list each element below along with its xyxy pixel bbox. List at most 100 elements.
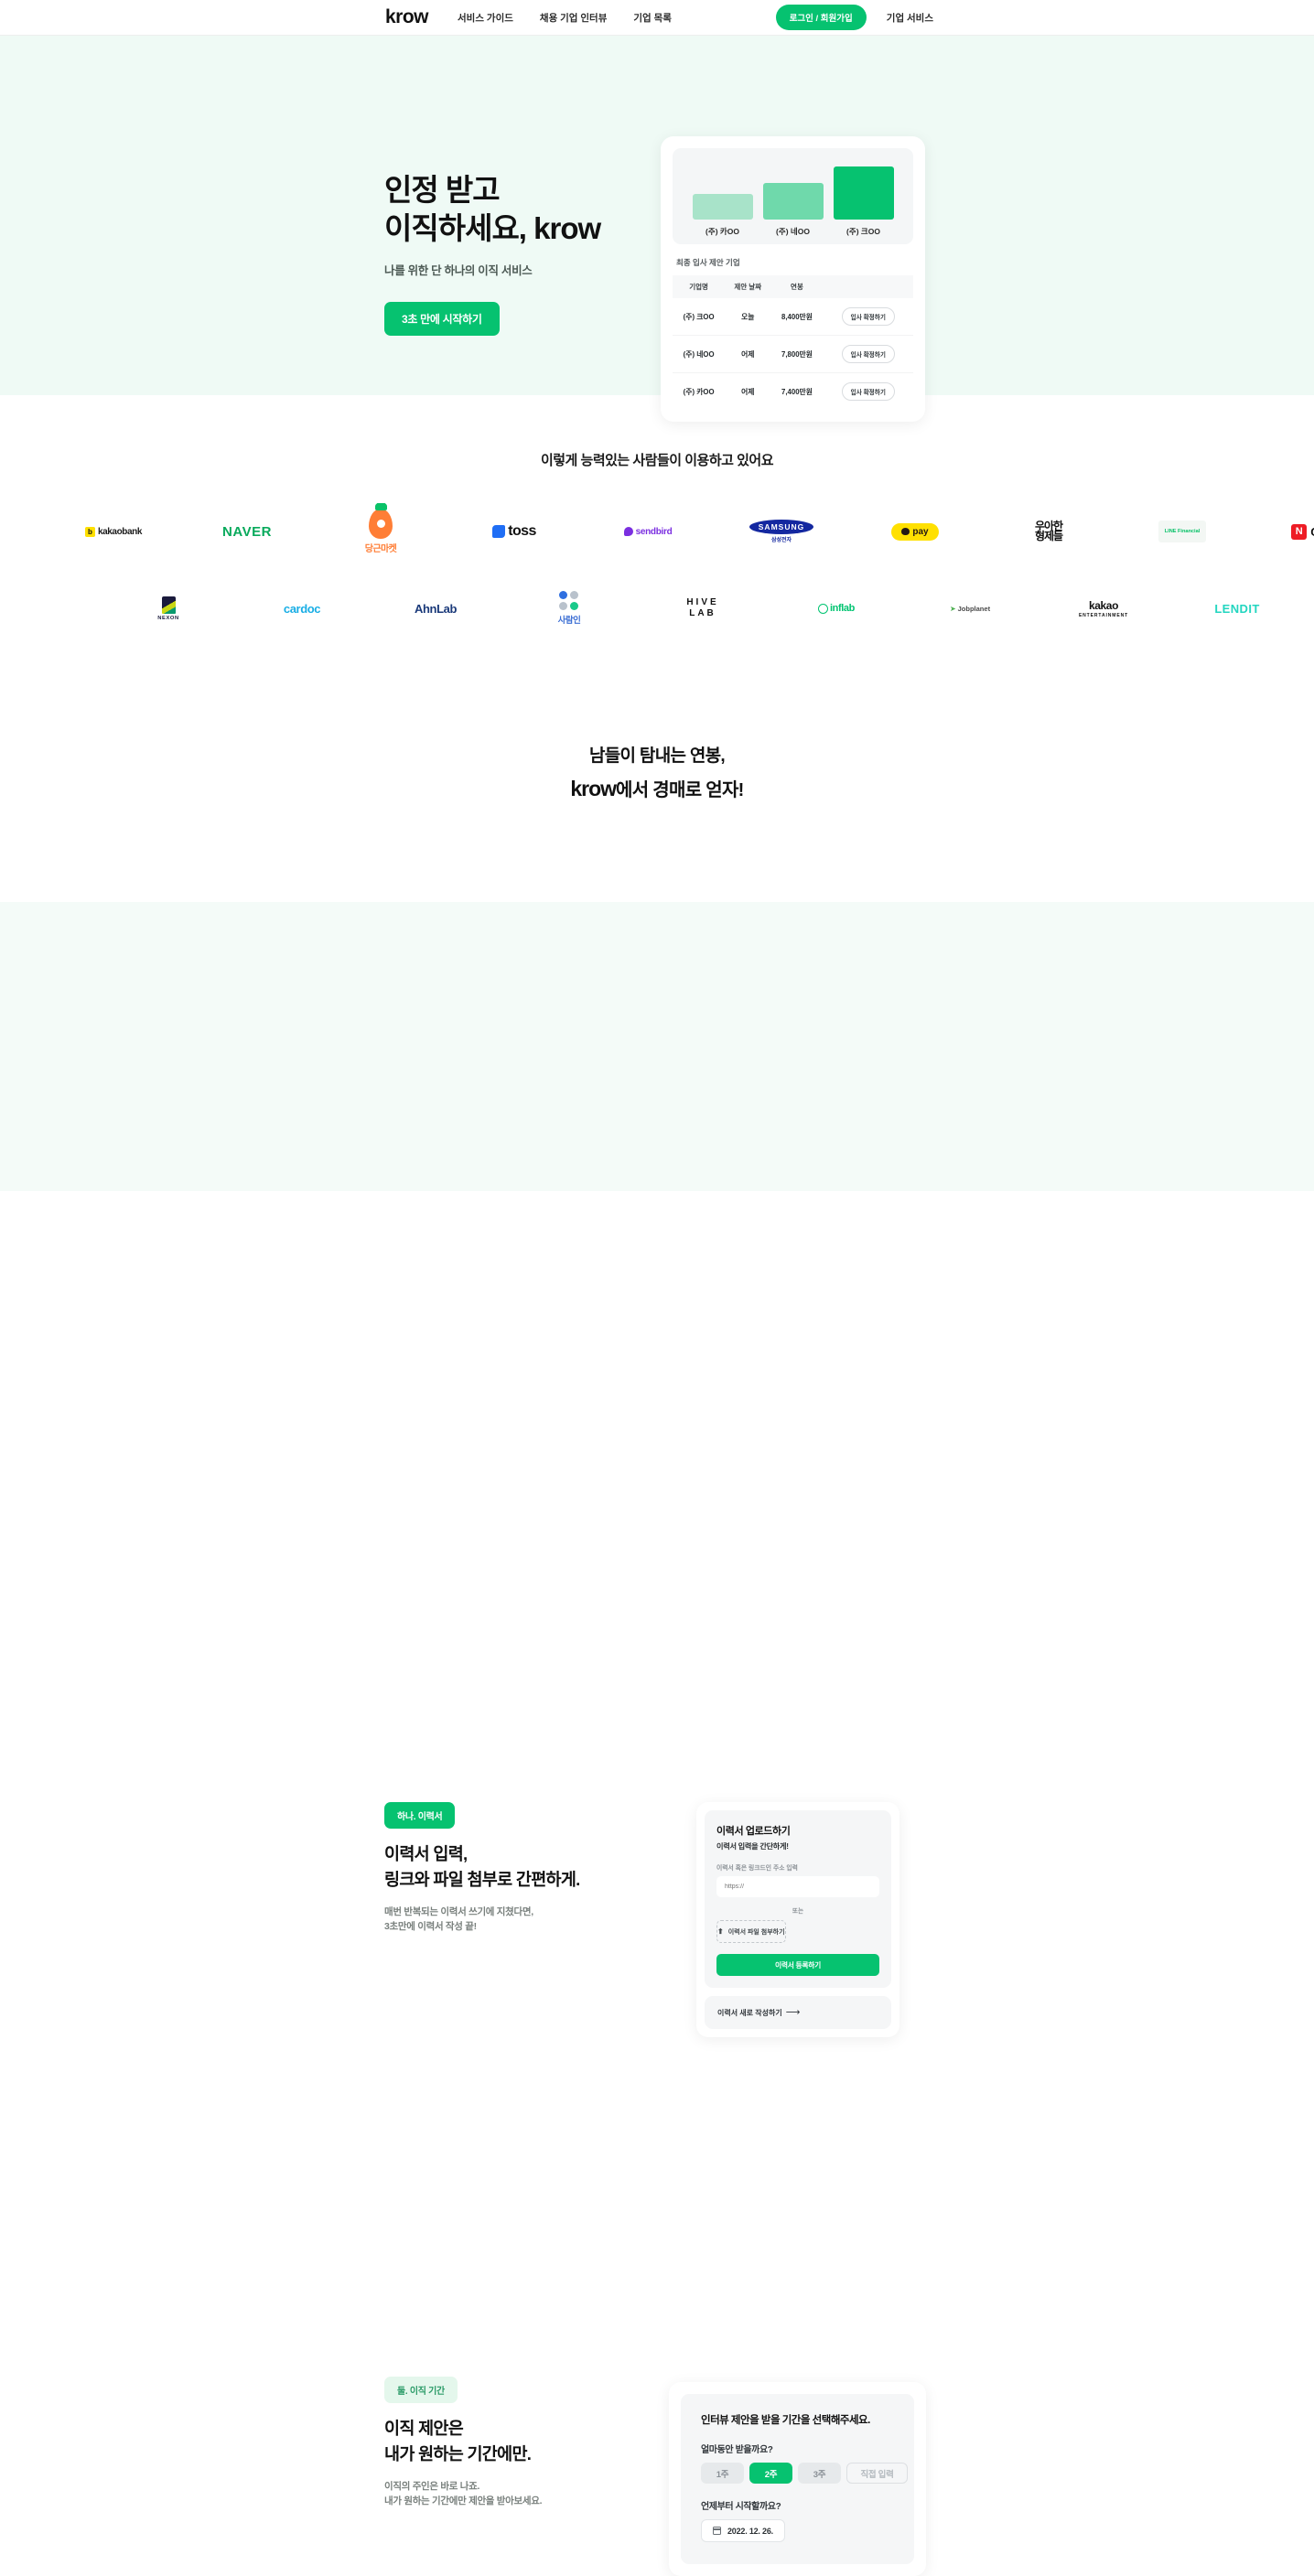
feature-period-section: 둘. 이직 기간 이직 제안은 내가 원하는 기간에만. 이직의 주인은 바로 …	[0, 1191, 1314, 2576]
saramin-dots-icon	[559, 591, 579, 610]
confirm-join-button[interactable]: 입사 확정하기	[841, 345, 895, 363]
logo-label: sendbird	[635, 526, 673, 537]
cell-company: (주) 네OO	[673, 335, 726, 373]
nexon-mark-icon	[161, 596, 176, 614]
confirm-join-button[interactable]: 입사 확정하기	[841, 307, 895, 326]
feature-period-copy: 둘. 이직 기간 이직 제안은 내가 원하는 기간에만. 이직의 주인은 바로 …	[384, 2377, 543, 2509]
clients-section: 이렇게 능력있는 사람들이 이용하고 있어요 b kakaobank NAVER…	[0, 395, 1314, 673]
login-signup-button[interactable]: 로그인 / 회원가입	[775, 5, 867, 30]
hero-preview-card: (주) 카OO (주) 네OO (주) 크OO 최종 입사 제안 기업 기업명 …	[661, 136, 925, 422]
duration-option-2week[interactable]: 2주	[749, 2463, 792, 2484]
logo-cardoc: cardoc	[262, 580, 342, 637]
cell-date: 어제	[741, 387, 755, 396]
hero-copy: 인정 받고 이직하세요, krow 나를 위한 단 하나의 이직 서비스 3초 …	[384, 171, 659, 337]
feature-resume-section: 하나. 이력서 이력서 입력, 링크와 파일 첨부로 간편하게. 매번 반복되는…	[0, 902, 1314, 2037]
logo-label: CHAI	[1310, 525, 1314, 539]
arrow-right-icon: ⟶	[785, 2006, 801, 2018]
bar-group-2: (주) 크OO	[833, 166, 894, 237]
main-nav: 서비스 가이드 채용 기업 인터뷰 기업 목록	[458, 11, 672, 25]
bar-label-0: (주) 카OO	[705, 227, 739, 236]
bar-2	[833, 166, 894, 220]
confirm-join-button[interactable]: 입사 확정하기	[841, 382, 895, 401]
feature-period-title-line1: 이직 제안은	[384, 2419, 464, 2438]
resume-create-new-label: 이력서 새로 작성하기	[717, 2008, 782, 2017]
logo-jobplanet: ➤ Jobplanet	[930, 580, 1010, 637]
nav-item-service-guide[interactable]: 서비스 가이드	[458, 11, 513, 25]
calendar-icon	[712, 2527, 722, 2535]
resume-url-input[interactable]	[716, 1876, 879, 1897]
offers-table-title: 최종 입사 제안 기업	[676, 258, 740, 267]
resume-card-title: 이력서 업로드하기	[716, 1826, 791, 1837]
brand-logo[interactable]: krow	[385, 6, 429, 28]
hero-title-line2: 이직하세요, krow	[384, 211, 601, 246]
auction-brand: krow	[570, 777, 617, 800]
table-row: (주) 크OO 오늘 8,400만원 입사 확정하기	[673, 298, 913, 336]
period-start-date-picker[interactable]: 2022. 12. 26.	[701, 2519, 785, 2542]
table-row: (주) 카OO 어제 7,400만원 입사 확정하기	[673, 373, 913, 411]
cell-company: (주) 크OO	[673, 298, 726, 336]
hero-title: 인정 받고 이직하세요, krow	[384, 171, 659, 248]
period-start-question: 언제부터 시작할까요?	[701, 2502, 781, 2512]
nav-item-company-interview[interactable]: 채용 기업 인터뷰	[540, 11, 607, 25]
logo-label: toss	[508, 523, 536, 539]
cell-salary: 8,400만원	[770, 298, 824, 336]
hero-start-button[interactable]: 3초 만에 시작하기	[384, 302, 500, 337]
period-card-title: 인터뷰 제안을 받을 기간을 선택해주세요.	[701, 2415, 870, 2426]
logo-label: HIVE LAB	[686, 596, 719, 619]
cell-date: 오늘	[725, 298, 771, 336]
duration-option-custom[interactable]: 직접 입력	[846, 2463, 908, 2484]
toss-mark-icon	[492, 525, 506, 538]
resume-create-new-row[interactable]: 이력서 새로 작성하기 ⟶	[705, 1996, 891, 2029]
duration-option-1week[interactable]: 1주	[701, 2463, 744, 2484]
logo-label: kakao	[1088, 598, 1118, 612]
logo-nexon: NEXON	[128, 580, 209, 637]
logo-sublabel: ENTERTAINMENT	[1078, 612, 1129, 618]
col-date: 제안 날짜	[734, 283, 762, 291]
logo-label: Jobplanet	[957, 604, 991, 613]
salary-bar-chart: (주) 카OO (주) 네OO (주) 크OO	[673, 148, 913, 244]
offers-table: 기업명 제안 날짜 연봉 (주) 크OO 오늘 8,400만원 입사 확정하기 …	[673, 275, 913, 410]
logo-label: AhnLab	[415, 601, 457, 616]
duration-option-3week[interactable]: 3주	[798, 2463, 841, 2484]
resume-file-attach-button[interactable]: ⬆ 이력서 파일 첨부하기	[716, 1920, 786, 1943]
period-start-date-value: 2022. 12. 26.	[727, 2526, 773, 2536]
logo-label: NAVER	[222, 523, 272, 540]
logo-label: LINE Financial	[1158, 521, 1207, 542]
feature-resume-desc: 매번 반복되는 이력서 쓰기에 지쳤다면, 3초만에 이력서 작성 끝!	[384, 1905, 580, 1935]
logo-kakaopay: pay	[875, 503, 955, 560]
offers-table-header-row: 기업명 제안 날짜 연봉	[673, 275, 913, 298]
logo-label: SAMSUNG	[749, 520, 814, 534]
logo-kakao-entertainment: kakao ENTERTAINMENT	[1063, 580, 1144, 637]
business-service-link[interactable]: 기업 서비스	[887, 11, 933, 25]
feature-period-desc: 이직의 주인은 바로 나죠. 내가 원하는 기간에만 제안을 받아보세요.	[384, 2479, 543, 2509]
logo-saramin: 사람인	[529, 580, 609, 637]
logo-label: cardoc	[283, 601, 321, 616]
resume-file-attach-label: 이력서 파일 첨부하기	[727, 1928, 785, 1936]
logo-inflab: inflab	[796, 580, 877, 637]
resume-or-divider: 또는	[792, 1908, 804, 1915]
cell-salary: 7,400만원	[781, 387, 813, 396]
feature-resume-desc-line1: 매번 반복되는 이력서 쓰기에 지쳤다면,	[384, 1905, 533, 1917]
inflab-mark-icon	[818, 603, 829, 614]
auction-headline-section: 남들이 탐내는 연봉, krow에서 경매로 얻자!	[0, 673, 1314, 902]
feature-period-title-line2: 내가 원하는 기간에만.	[384, 2443, 532, 2463]
auction-line-1: 남들이 탐내는 연봉,	[589, 746, 726, 766]
logo-line-financial: LINE Financial	[1142, 503, 1222, 560]
resume-submit-button[interactable]: 이력서 등록하기	[716, 1954, 879, 1976]
cell-date: 어제	[725, 335, 771, 373]
nav-item-company-list[interactable]: 기업 목록	[633, 11, 672, 25]
bar-0	[692, 194, 753, 220]
logo-chai: N CHAI	[1276, 503, 1314, 560]
logo-toss: toss	[474, 503, 555, 560]
logo-kakaobank: b kakaobank	[73, 503, 154, 560]
auction-line-2-rest: 에서 경매로 얻자!	[616, 780, 744, 800]
hero-title-line1: 인정 받고	[384, 173, 501, 207]
hero-section: 인정 받고 이직하세요, krow 나를 위한 단 하나의 이직 서비스 3초 …	[0, 36, 1314, 422]
logo-hive-lab: HIVE LAB	[662, 580, 743, 637]
logo-label: pay	[912, 526, 929, 537]
sendbird-mark-icon	[623, 527, 633, 536]
logo-samsung: SAMSUNG 삼성전자	[741, 503, 822, 560]
resume-card-subtitle: 이력서 입력을 간단하게!	[716, 1842, 789, 1851]
upload-icon: ⬆	[717, 1927, 724, 1936]
logo-label: kakaobank	[97, 526, 143, 537]
